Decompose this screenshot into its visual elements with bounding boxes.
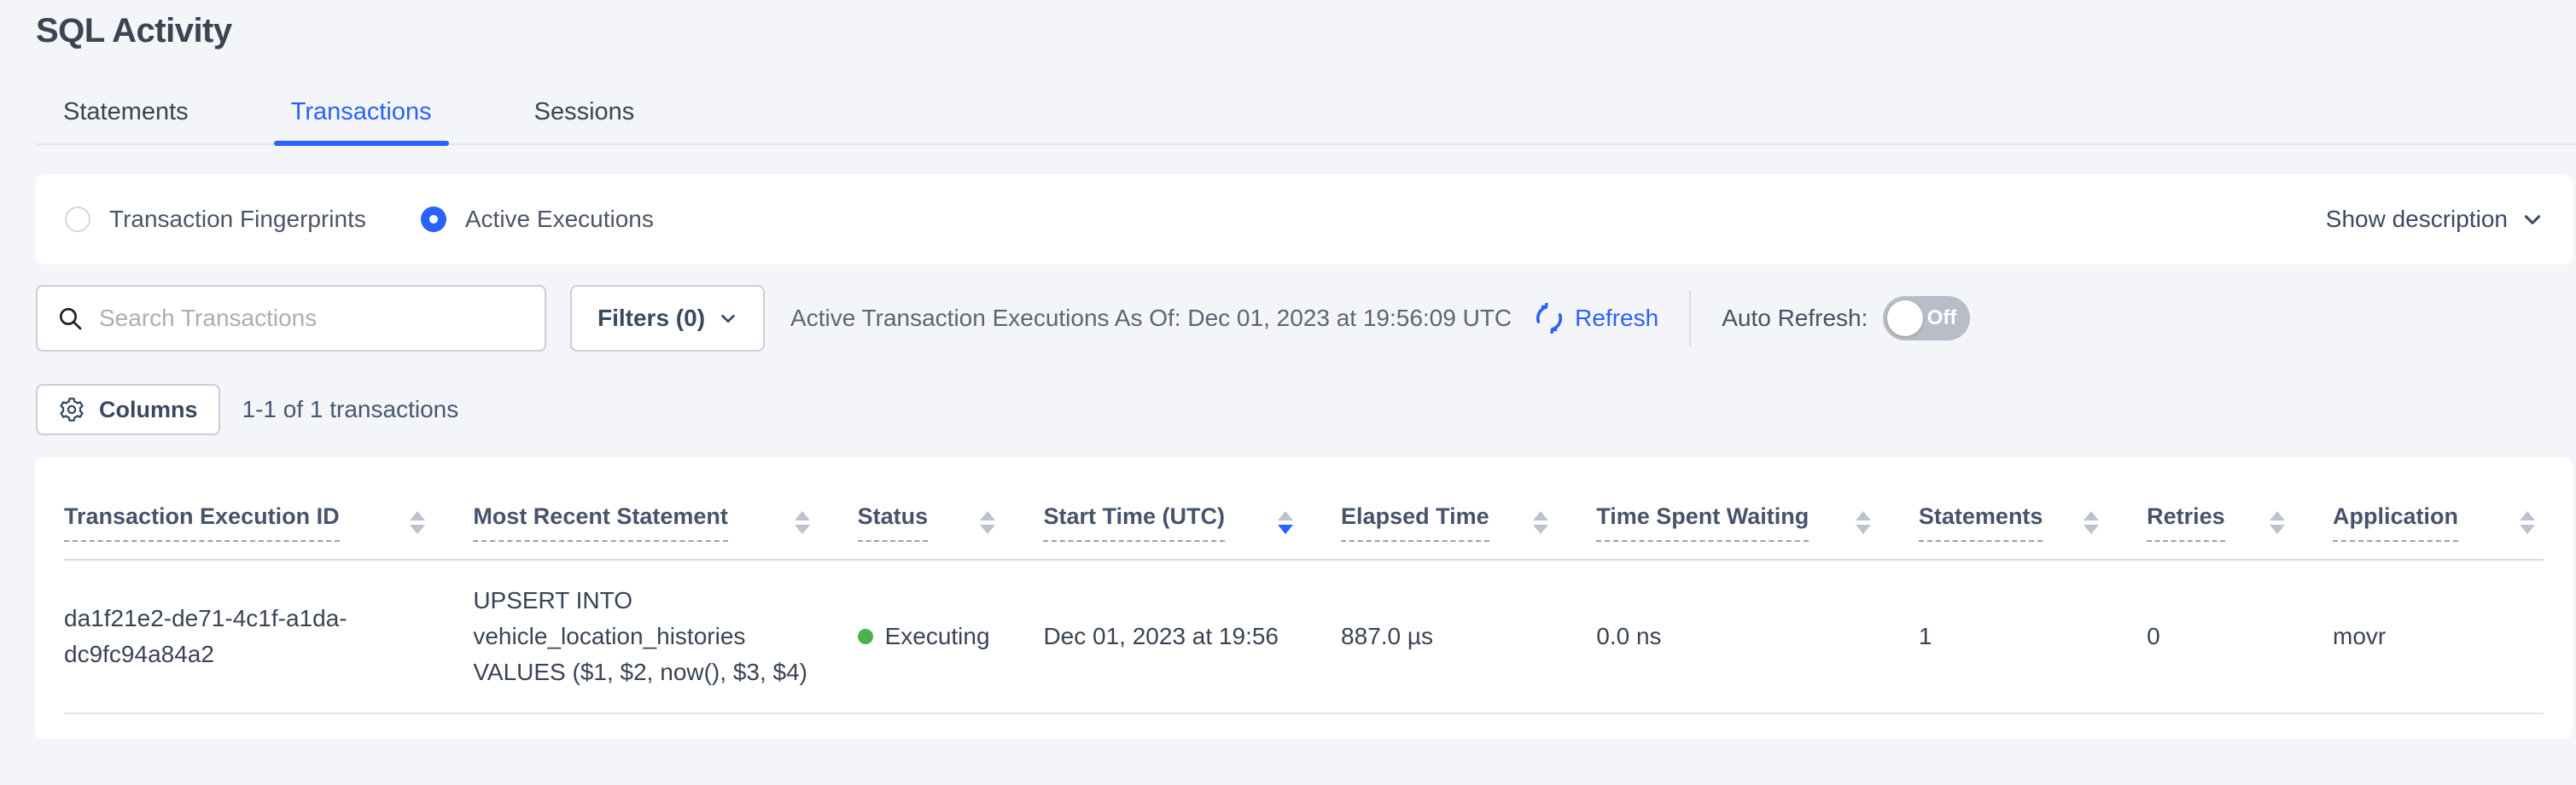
- status-label: Executing: [885, 619, 990, 654]
- table-toolbar: Columns 1-1 of 1 transactions: [36, 384, 2576, 435]
- refresh-icon: [1534, 303, 1565, 334]
- tab-transactions[interactable]: Transactions: [281, 98, 442, 143]
- as-of-timestamp: Active Transaction Executions As Of: Dec…: [790, 305, 1512, 332]
- tab-sessions[interactable]: Sessions: [524, 98, 645, 143]
- cell-transaction-execution-id: da1f21e2-de71-4c1f-a1da-dc9fc94a84a2: [64, 560, 473, 713]
- view-mode-card: Transaction Fingerprints Active Executio…: [36, 174, 2573, 265]
- search-box: [36, 285, 546, 352]
- table-row: da1f21e2-de71-4c1f-a1da-dc9fc94a84a2 UPS…: [64, 560, 2544, 713]
- radio-circle-selected-icon: [421, 206, 446, 232]
- controls-row: Filters (0) Active Transaction Execution…: [36, 285, 2576, 352]
- column-header-application[interactable]: Application: [2333, 457, 2544, 560]
- chevron-down-icon: [2521, 208, 2544, 230]
- column-header-retries[interactable]: Retries: [2147, 457, 2333, 560]
- sort-icon: [2084, 511, 2099, 534]
- sort-icon: [1856, 511, 1871, 534]
- cell-retries: 0: [2147, 560, 2333, 713]
- cell-status: Executing: [858, 560, 1044, 713]
- radio-active-executions[interactable]: Active Executions: [421, 206, 654, 233]
- tab-bar: Statements Transactions Sessions: [36, 98, 2576, 145]
- show-description-toggle[interactable]: Show description: [2326, 206, 2544, 233]
- sort-icon: [1533, 511, 1548, 534]
- filters-button[interactable]: Filters (0): [570, 285, 765, 352]
- vertical-divider: [1689, 291, 1691, 346]
- gear-icon: [58, 396, 85, 423]
- refresh-button[interactable]: Refresh: [1534, 303, 1658, 334]
- status-executing-dot-icon: [858, 629, 873, 644]
- auto-refresh-toggle[interactable]: Off: [1883, 296, 1970, 340]
- column-header-most-recent-statement[interactable]: Most Recent Statement: [473, 457, 857, 560]
- sort-icon: [795, 511, 810, 534]
- column-header-time-spent-waiting[interactable]: Time Spent Waiting: [1596, 457, 1919, 560]
- show-description-label: Show description: [2326, 206, 2508, 233]
- toggle-state-label: Off: [1927, 306, 1957, 330]
- radio-label: Active Executions: [465, 206, 654, 233]
- column-header-elapsed-time[interactable]: Elapsed Time: [1341, 457, 1596, 560]
- auto-refresh-label: Auto Refresh:: [1722, 305, 1868, 332]
- column-header-start-time[interactable]: Start Time (UTC): [1043, 457, 1341, 560]
- sort-icon: [980, 511, 995, 534]
- sort-icon: [410, 511, 425, 534]
- column-header-status[interactable]: Status: [858, 457, 1044, 560]
- cell-time-spent-waiting: 0.0 ns: [1596, 560, 1919, 713]
- columns-button-label: Columns: [99, 397, 198, 423]
- radio-transaction-fingerprints[interactable]: Transaction Fingerprints: [65, 206, 366, 233]
- sort-icon-active-desc: [1278, 511, 1293, 534]
- chevron-down-icon: [719, 309, 737, 328]
- filters-button-label: Filters (0): [597, 305, 705, 332]
- columns-button[interactable]: Columns: [36, 384, 220, 435]
- page-title: SQL Activity: [36, 12, 2576, 50]
- column-header-transaction-execution-id[interactable]: Transaction Execution ID: [64, 457, 473, 560]
- cell-application: movr: [2333, 560, 2544, 713]
- sort-icon: [2270, 511, 2285, 534]
- table-header-row: Transaction Execution ID Most Recent Sta…: [64, 457, 2544, 560]
- tab-statements[interactable]: Statements: [53, 98, 199, 143]
- search-input[interactable]: [99, 305, 526, 332]
- results-count: 1-1 of 1 transactions: [242, 396, 459, 423]
- cell-elapsed-time: 887.0 µs: [1341, 560, 1596, 713]
- toggle-knob: [1887, 300, 1923, 336]
- sort-icon: [2520, 511, 2535, 534]
- refresh-label: Refresh: [1575, 305, 1658, 332]
- cell-statements: 1: [1919, 560, 2147, 713]
- cell-most-recent-statement: UPSERT INTO vehicle_location_histories V…: [473, 560, 857, 713]
- sql-activity-page: SQL Activity Statements Transactions Ses…: [0, 12, 2576, 739]
- transactions-table: Transaction Execution ID Most Recent Sta…: [64, 457, 2544, 714]
- cell-start-time: Dec 01, 2023 at 19:56: [1043, 560, 1341, 713]
- view-mode-radio-group: Transaction Fingerprints Active Executio…: [65, 206, 654, 233]
- transactions-table-card: Transaction Execution ID Most Recent Sta…: [35, 457, 2573, 739]
- search-icon: [56, 305, 84, 332]
- column-header-statements[interactable]: Statements: [1919, 457, 2147, 560]
- radio-circle-icon: [65, 206, 90, 232]
- radio-label: Transaction Fingerprints: [109, 206, 366, 233]
